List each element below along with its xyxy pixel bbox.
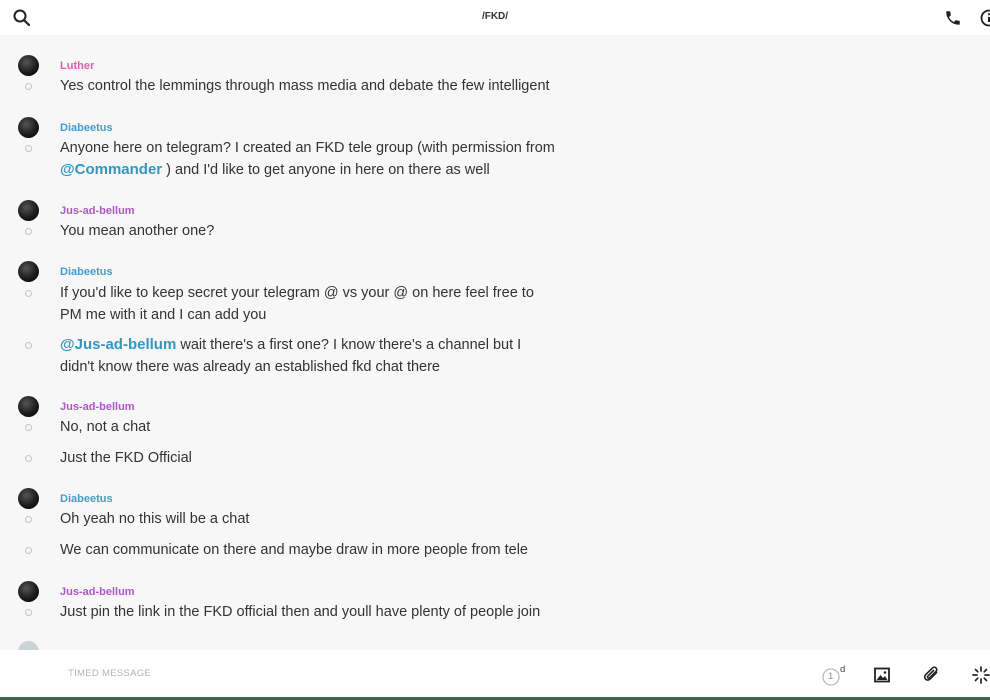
top-bar: /FKD/ [0, 0, 990, 35]
phone-icon[interactable] [944, 9, 962, 27]
author-name[interactable]: Diabeetus [60, 122, 113, 134]
message-text: Anyone here on telegram? I created an FK… [60, 140, 555, 178]
read-receipt-icon [25, 342, 32, 349]
conversation-title: /FKD/ [481, 11, 509, 22]
author-name[interactable]: Diabeetus [60, 493, 113, 505]
read-receipt-icon [25, 424, 32, 431]
read-receipt-icon [25, 516, 32, 523]
message-text: @Jus-ad-bellum wait there's a first one?… [60, 336, 522, 375]
author-name[interactable]: Jus-ad-bellum [60, 586, 135, 598]
info-icon[interactable] [979, 8, 990, 28]
message-text: You mean another one? [60, 223, 215, 239]
timer-value: 1 [828, 671, 834, 682]
message-text: Just the FKD Official [60, 450, 192, 466]
sparkle-icon[interactable] [971, 665, 990, 685]
read-receipt-icon [25, 290, 32, 297]
avatar[interactable] [18, 117, 39, 138]
paperclip-icon[interactable] [922, 665, 942, 685]
message-text: Just pin the link in the FKD official th… [60, 604, 541, 620]
avatar[interactable] [18, 200, 39, 221]
avatar[interactable] [18, 641, 39, 650]
read-receipt-icon [25, 609, 32, 616]
timer-unit: d [840, 664, 846, 675]
avatar[interactable] [18, 261, 39, 282]
author-name[interactable]: Jus-ad-bellum [60, 401, 135, 413]
image-icon[interactable] [873, 666, 891, 684]
read-receipt-icon [25, 547, 32, 554]
read-receipt-icon [25, 455, 32, 462]
mention-link[interactable]: @Jus-ad-bellum [60, 336, 176, 353]
avatar[interactable] [18, 581, 39, 602]
message-text: If you'd like to keep secret your telegr… [60, 285, 534, 323]
mention-link[interactable]: @Commander [60, 161, 162, 178]
author-name[interactable]: Luther [60, 60, 94, 72]
read-receipt-icon [25, 228, 32, 235]
author-name[interactable]: Jus-ad-bellum [60, 205, 135, 217]
message-text: We can communicate on there and maybe dr… [60, 542, 529, 558]
timer-icon[interactable]: 1 d [822, 664, 850, 686]
message-text: Oh yeah no this will be a chat [60, 511, 250, 527]
message-text: No, not a chat [60, 419, 151, 435]
author-name[interactable]: Diabeetus [60, 266, 113, 278]
avatar[interactable] [18, 488, 39, 509]
avatar[interactable] [18, 55, 39, 76]
message-composer: TIMED MESSAGE 1 d [0, 650, 990, 700]
read-receipt-icon [25, 145, 32, 152]
avatar[interactable] [18, 396, 39, 417]
message-input[interactable]: TIMED MESSAGE [68, 668, 151, 679]
message-text: Yes control the lemmings through mass me… [60, 78, 550, 94]
read-receipt-icon [25, 83, 32, 90]
message-feed[interactable]: Luther Yes control the lemmings through … [0, 35, 990, 650]
